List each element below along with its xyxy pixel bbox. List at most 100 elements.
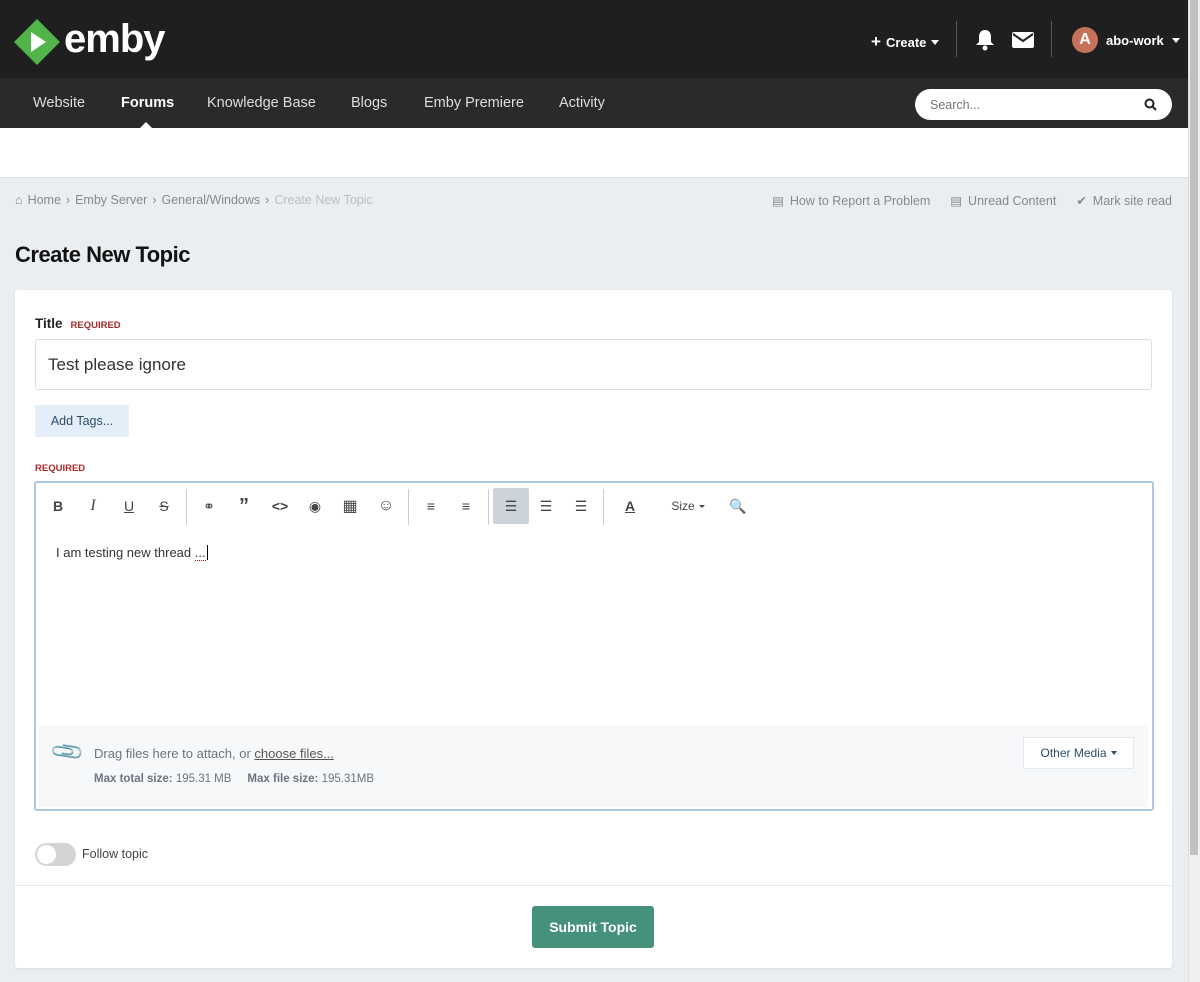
create-topic-form: Title REQUIRED Test please ignore Add Tag…	[15, 290, 1172, 968]
toolbar-divider	[603, 489, 604, 525]
report-problem-link[interactable]: ▤ How to Report a Problem	[772, 193, 931, 209]
chevron-right-icon: ›	[152, 193, 157, 207]
align-left-button[interactable]: ☰	[493, 488, 529, 524]
size-limits: Max total size: 195.31 MB Max file size:…	[94, 773, 374, 785]
divider	[956, 21, 957, 57]
submit-topic-button[interactable]: Submit Topic	[532, 906, 654, 948]
align-center-icon: ☰	[539, 497, 553, 514]
quote-icon: ”	[239, 494, 249, 517]
max-file-value: 195.31MB	[321, 773, 375, 785]
quick-links: ▤ How to Report a Problem ▤ Unread Content…	[772, 193, 1172, 209]
newspaper-icon: ▤	[772, 194, 784, 208]
crumb-current: Create New Topic	[274, 193, 373, 207]
code-button[interactable]: <>	[268, 483, 292, 529]
nav-blogs[interactable]: Blogs	[351, 95, 387, 111]
link-icon: ⚭	[203, 497, 215, 514]
unread-content-link[interactable]: ▤ Unread Content	[950, 193, 1056, 209]
italic-button[interactable]: I	[81, 483, 105, 529]
emby-logo[interactable]: emby	[14, 16, 165, 65]
smiley-icon: ☺	[377, 497, 395, 514]
font-color-button[interactable]: A	[616, 483, 644, 529]
editor-content[interactable]: I am testing new thread ...	[56, 545, 208, 561]
chevron-right-icon: ›	[265, 193, 270, 207]
size-dropdown[interactable]: Size	[666, 483, 710, 529]
numbered-list-icon: ≡	[461, 498, 471, 514]
nav-emby-premiere[interactable]: Emby Premiere	[424, 95, 524, 111]
strikethrough-button[interactable]: S	[152, 483, 176, 529]
follow-topic-label: Follow topic	[82, 847, 148, 861]
title-input[interactable]: Test please ignore	[35, 339, 1152, 390]
crumb-emby-server[interactable]: Emby Server	[75, 193, 147, 207]
mail-icon[interactable]	[1012, 32, 1034, 53]
user-menu[interactable]: Aabo-work	[1072, 27, 1180, 53]
search-icon[interactable]	[1144, 98, 1157, 111]
link-label: How to Report a Problem	[789, 193, 931, 208]
newspaper-icon: ▤	[950, 194, 963, 208]
misspelled-text: ...	[194, 545, 206, 561]
mark-read-link[interactable]: ✔ Mark site read	[1076, 193, 1172, 209]
toolbar-divider	[186, 489, 187, 525]
eye-icon: ◉	[308, 497, 322, 514]
choose-files-link[interactable]: choose files...	[254, 746, 334, 761]
align-right-button[interactable]: ☰	[569, 483, 593, 529]
nav-activity[interactable]: Activity	[559, 95, 605, 111]
nav-forums[interactable]: Forums	[121, 95, 174, 111]
bullet-list-button[interactable]: ≡	[419, 483, 443, 529]
crumb-general-windows[interactable]: General/Windows	[162, 193, 261, 207]
home-icon: ⌂	[15, 193, 23, 207]
avatar: A	[1072, 27, 1098, 53]
toolbar-divider	[488, 489, 489, 525]
quote-button[interactable]: ”	[232, 483, 256, 529]
search-box[interactable]	[915, 89, 1172, 120]
follow-topic-toggle[interactable]	[35, 843, 76, 866]
nav-knowledge-base[interactable]: Knowledge Base	[207, 95, 316, 111]
form-footer-divider	[15, 885, 1172, 886]
required-badge: REQUIRED	[35, 463, 86, 474]
nav-website[interactable]: Website	[33, 95, 85, 111]
underline-button[interactable]: U	[117, 483, 141, 529]
username: abo-work	[1106, 32, 1164, 48]
preview-button[interactable]: 🔍	[726, 483, 750, 529]
bell-icon[interactable]	[975, 29, 995, 56]
rich-text-editor[interactable]: B I U S ⚭ ” <> ◉ ▦ ☺ ≡ ≡ ☰ ☰ ☰ A Size 🔍 …	[34, 481, 1154, 811]
page-title: Create New Topic	[15, 242, 190, 267]
align-right-icon: ☰	[574, 497, 588, 514]
emby-logo-icon	[14, 19, 60, 65]
editor-text: I am testing new thread	[56, 545, 192, 560]
text-cursor	[206, 545, 208, 560]
table-button[interactable]: ▦	[338, 483, 362, 529]
caret-down-icon	[1110, 751, 1117, 755]
chevron-right-icon: ›	[65, 193, 71, 207]
other-media-button[interactable]: Other Media	[1023, 737, 1134, 769]
font-color-icon: A	[624, 498, 636, 514]
title-label-row: Title REQUIRED	[35, 316, 121, 331]
bullet-list-icon: ≡	[426, 498, 436, 514]
align-center-button[interactable]: ☰	[534, 483, 558, 529]
add-tags-button[interactable]: Add Tags...	[35, 405, 129, 437]
link-button[interactable]: ⚭	[197, 483, 221, 529]
spacer-band	[0, 128, 1188, 178]
table-icon: ▦	[342, 498, 358, 515]
link-label: Mark site read	[1092, 193, 1172, 208]
scrollbar-thumb[interactable]	[1190, 0, 1198, 855]
title-label: Title	[35, 316, 63, 331]
attachment-area[interactable]: 📎 Drag files here to attach, or choose f…	[38, 725, 1148, 807]
caret-down-icon	[931, 39, 940, 45]
toolbar-divider	[408, 489, 409, 525]
code-icon: <>	[271, 498, 289, 514]
max-total-value: 195.31 MB	[175, 773, 232, 785]
drag-text: Drag files here to attach, or choose fil…	[94, 746, 334, 761]
crumb-home[interactable]: Home	[28, 193, 61, 207]
bold-button[interactable]: B	[46, 483, 70, 529]
create-button[interactable]: + Create	[871, 32, 940, 52]
emoji-button[interactable]: ☺	[374, 483, 398, 529]
spoiler-button[interactable]: ◉	[303, 483, 327, 529]
drag-label: Drag files here to attach, or	[94, 746, 255, 761]
preview-icon: 🔍	[729, 497, 747, 514]
required-badge: REQUIRED	[70, 320, 121, 331]
logo-text: emby	[64, 16, 165, 61]
align-left-icon: ☰	[504, 497, 518, 514]
numbered-list-button[interactable]: ≡	[454, 483, 478, 529]
search-input[interactable]	[930, 97, 1130, 112]
divider	[1051, 21, 1052, 57]
